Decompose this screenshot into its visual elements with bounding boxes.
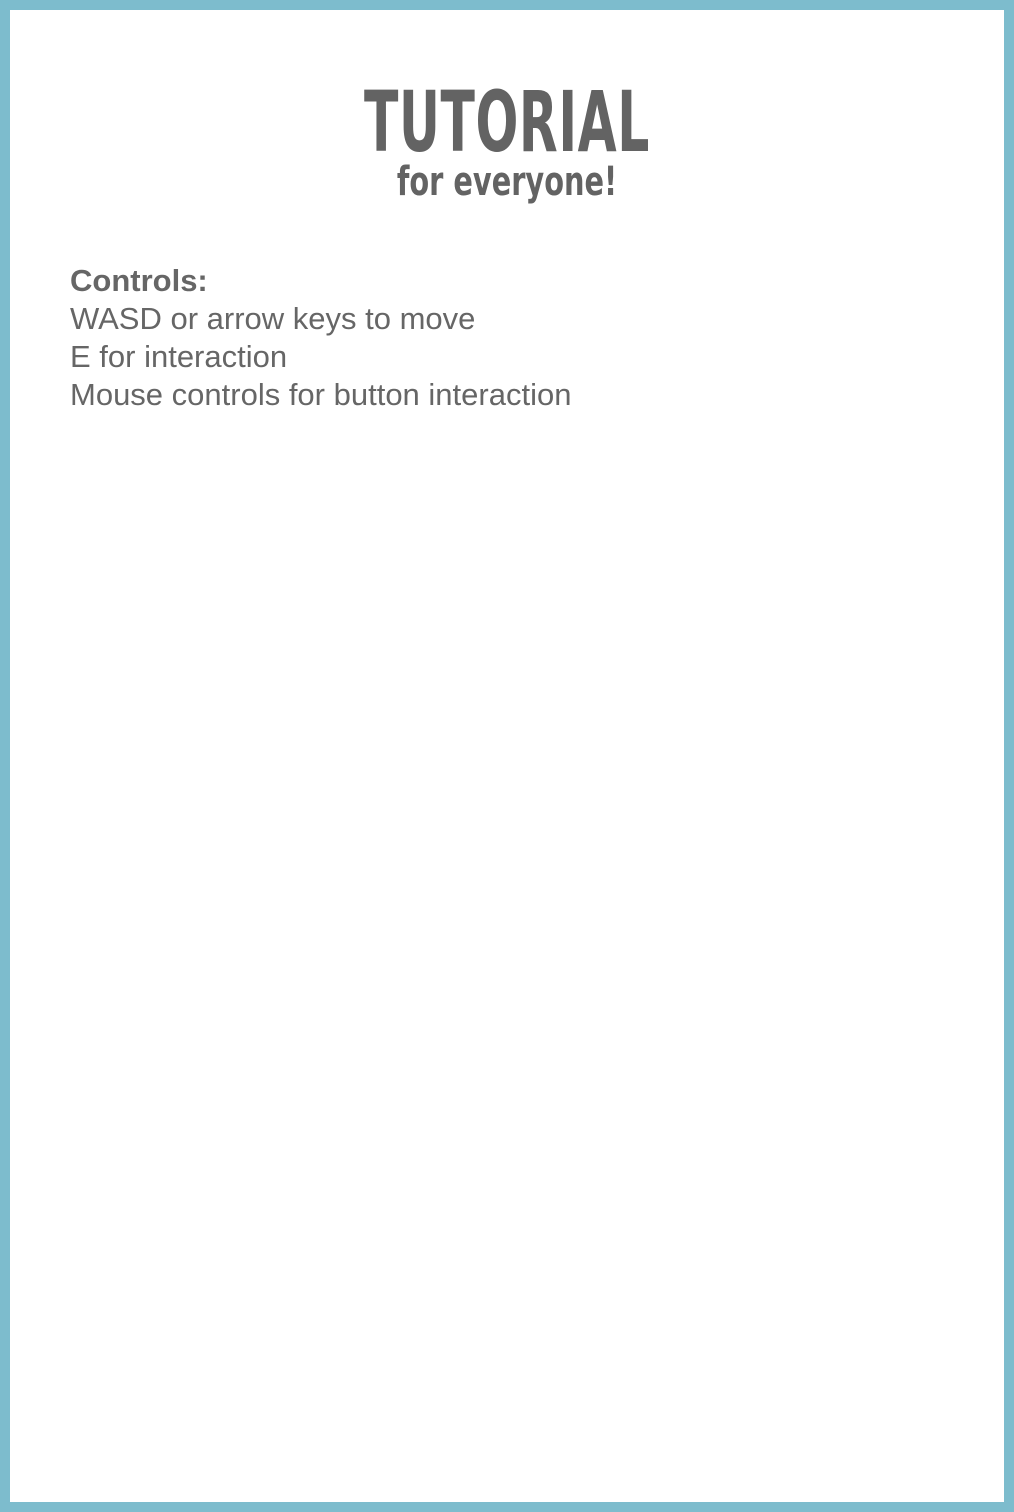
controls-line-mouse: Mouse controls for button interaction xyxy=(70,377,572,412)
controls-heading: Controls: xyxy=(70,263,208,298)
controls-line-movement: WASD or arrow keys to move xyxy=(70,301,476,336)
controls-line-interaction: E for interaction xyxy=(70,339,288,374)
tutorial-subtitle: for everyone! xyxy=(396,159,618,205)
tutorial-title: TUTORIAL xyxy=(363,73,651,171)
controls-section: Controls: WASD or arrow keys to move E f… xyxy=(70,262,571,414)
tutorial-panel: TUTORIAL for everyone! Controls: WASD or… xyxy=(10,10,1004,1502)
